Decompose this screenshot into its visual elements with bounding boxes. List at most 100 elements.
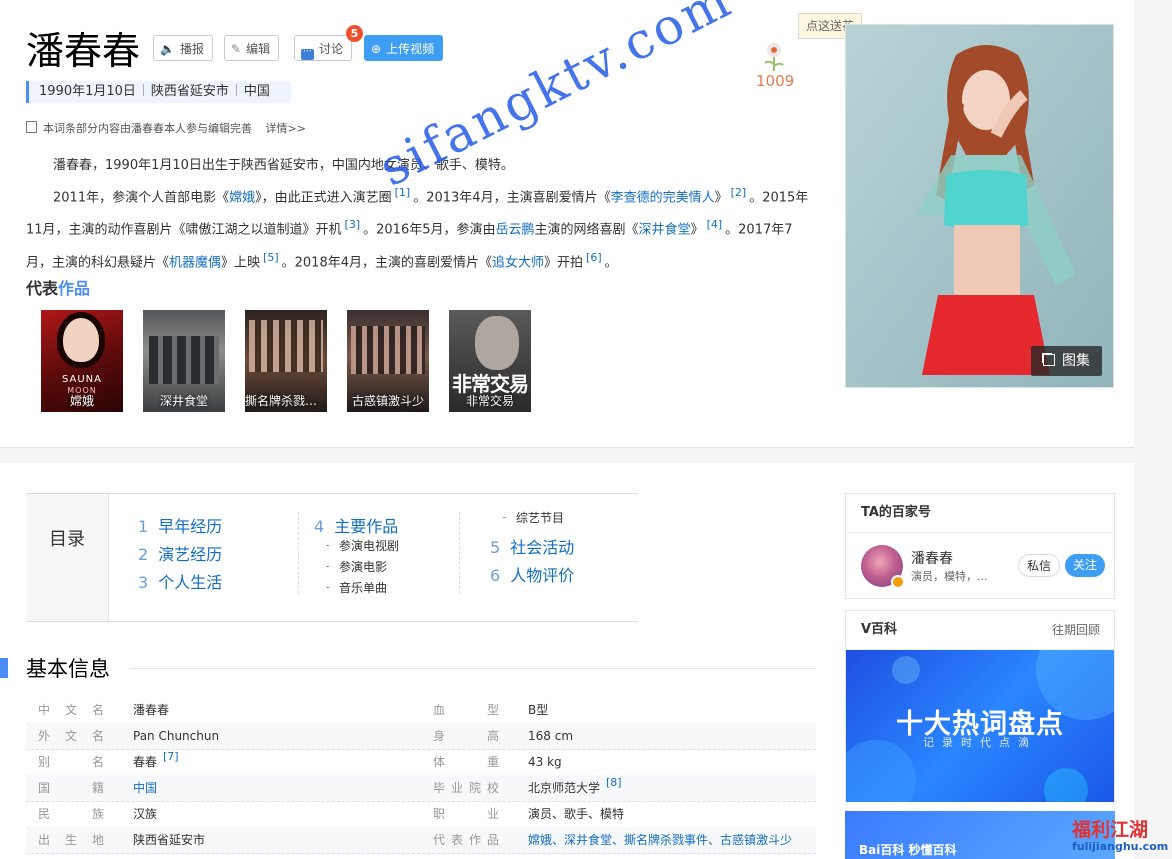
summary-text: 》	[714, 190, 728, 206]
info-key: 别 名	[38, 755, 104, 769]
summary-text: 。2016年5月，参演由	[363, 222, 496, 238]
editor-note: 本词条部分内容由潘春春本人参与编辑完善 详情>>	[26, 120, 306, 136]
citation[interactable]: [7]	[163, 744, 179, 770]
poster-cast	[149, 336, 219, 384]
work-poster-name-tag[interactable]: 撕名牌杀戮事件	[245, 310, 327, 412]
toc-divider	[459, 512, 461, 594]
toc-item-main-works[interactable]: 4 主要作品	[314, 513, 398, 537]
info-key: 身 高	[433, 729, 499, 743]
work-caption: 古惑镇激斗少	[351, 394, 424, 408]
edit-button[interactable]: ✎ 编辑	[224, 35, 280, 61]
gallery-button[interactable]: 图集	[1031, 346, 1102, 376]
toc-item-career[interactable]: 2 演艺经历	[138, 541, 222, 565]
info-value: B型	[528, 703, 549, 717]
discuss-button[interactable]: ··· 讨论	[294, 35, 353, 61]
toc-sub-films[interactable]: 参演电影	[326, 558, 387, 575]
work-poster-change[interactable]: SAUNA MOON 嫦娥	[41, 310, 123, 412]
summary-text: 。2018年4月，主演的喜剧爱情片《	[281, 254, 492, 270]
message-button[interactable]: 私信	[1018, 554, 1061, 577]
poster-text-sauna: SAUNA	[61, 374, 102, 385]
past-issues-link[interactable]: 往期回顾	[1052, 611, 1100, 649]
info-value: 陕西省延安市	[133, 833, 206, 847]
summary-link[interactable]: 岳云鹏	[496, 223, 535, 238]
summary-paragraph-2: 2011年，参演个人首部电影《嫦娥》，由此正式进入演艺圈 [1] 。2013年4月，…	[26, 179, 816, 276]
info-row: 外文名 Pan Chunchun 身 高 168 cm	[26, 723, 816, 750]
summary-link[interactable]: 嫦娥	[229, 190, 255, 205]
banner-subtitle: 记录时代点滴	[923, 736, 1037, 749]
info-row: 中文名 潘春春 血 型 B型	[26, 697, 816, 724]
toc-item-social-activities[interactable]: 5 社会活动	[490, 534, 574, 558]
works-heading-b: 作品	[58, 279, 91, 298]
gallery-icon	[1043, 354, 1055, 366]
toc-label: 目录	[26, 494, 109, 621]
citation[interactable]: [3]	[345, 218, 361, 231]
work-caption: 非常交易	[465, 394, 514, 408]
corner-logo-text: 福利江湖	[1072, 819, 1149, 841]
work-poster-deep-well[interactable]: 深井食堂	[143, 310, 225, 412]
work-caption: 嫦娥	[69, 394, 94, 408]
summary-text: 》，由此正式进入演艺圈	[255, 190, 392, 206]
info-key: 中文名	[38, 703, 104, 717]
details-link[interactable]: 详情>>	[266, 122, 306, 135]
speaker-icon: 🔈	[160, 42, 175, 56]
info-value[interactable]: 嫦娥、深井食堂、撕名牌杀戮事件、古惑镇激斗少	[528, 827, 792, 853]
info-value[interactable]: 中国	[133, 775, 157, 801]
toc-sub-tv[interactable]: 参演电视剧	[326, 537, 399, 554]
toc-item-personal-life[interactable]: 3 个人生活	[138, 569, 222, 593]
info-value: 43 kg	[528, 755, 562, 769]
info-key: 出生地	[38, 833, 104, 847]
citation[interactable]: [4]	[707, 218, 723, 231]
summary-link[interactable]: 机器魔偶	[169, 255, 221, 270]
summary-text: 主演的网络喜剧《	[534, 222, 639, 238]
info-row: 出生地 陕西省延安市 代表作品 嫦娥、深井食堂、撕名牌杀戮事件、古惑镇激斗少	[26, 827, 816, 854]
summary-link[interactable]: 追女大师	[492, 255, 544, 270]
citation[interactable]: [5]	[263, 251, 279, 264]
baijiahao-heading: TA的百家号	[846, 494, 1114, 533]
basic-info-heading: 基本信息	[26, 657, 110, 681]
summary-link[interactable]: 李查德的完美情人	[611, 190, 715, 205]
info-value: 春春	[133, 755, 158, 769]
table-of-contents: 目录 1 早年经历 2 演艺经历 3 个人生活 4 主要作品 参演电视剧 参演电影 音乐…	[26, 493, 638, 622]
play-button-label: 播报	[179, 42, 204, 56]
baijiahao-card: TA的百家号 潘春春 演员，模特，... 私信 关注	[845, 493, 1115, 599]
toc-item-early-life[interactable]: 1 早年经历	[138, 513, 222, 537]
summary-text: 。2013年4月，主演喜剧爱情片《	[413, 190, 611, 206]
edit-button-label: 编辑	[246, 42, 271, 56]
document-icon	[26, 121, 37, 133]
avatar[interactable]	[861, 545, 905, 589]
upload-video-button-label: 上传视频	[386, 42, 435, 56]
section-accent-bar	[0, 658, 8, 678]
upload-video-button[interactable]: ⊕ 上传视频	[364, 35, 444, 61]
birth-place: 陕西省延安市	[150, 84, 229, 99]
follow-button[interactable]: 关注	[1065, 554, 1106, 577]
toc-item-reviews[interactable]: 6 人物评价	[490, 562, 574, 586]
info-key: 血 型	[433, 703, 499, 717]
baijiahao-name[interactable]: 潘春春	[911, 548, 953, 568]
gallery-button-label: 图集	[1062, 353, 1090, 369]
vbaike-banner[interactable]: 十大热词盘点 记录时代点滴	[846, 650, 1114, 802]
work-poster-special-deal[interactable]: 非常交易 非常交易	[449, 310, 531, 412]
nationality: 中国	[243, 84, 270, 99]
info-value: 演员、歌手、模特	[528, 807, 625, 821]
vbaike-heading: V百科 往期回顾	[846, 611, 1114, 650]
birth-date: 1990年1月10日	[39, 84, 136, 99]
work-poster-guhuo-town[interactable]: 古惑镇激斗少	[347, 310, 429, 412]
play-button[interactable]: 🔈 播报	[153, 35, 213, 61]
info-row: 国 籍中国 毕业院校 北京师范大学 [8]	[26, 775, 816, 802]
citation[interactable]: [6]	[586, 251, 602, 264]
work-caption: 深井食堂	[159, 394, 208, 408]
citation[interactable]: [8]	[606, 770, 622, 796]
verified-icon	[891, 575, 905, 589]
baike-logo-text: Bai百科 秒懂百科	[859, 843, 957, 857]
toc-sub-variety[interactable]: 综艺节目	[503, 509, 564, 526]
citation[interactable]: [2]	[731, 186, 747, 199]
summary-picture[interactable]: 图集	[845, 24, 1114, 388]
summary-link[interactable]: 深井食堂	[639, 223, 691, 238]
info-value: 潘春春	[133, 703, 170, 717]
info-key: 职 业	[433, 807, 499, 821]
section-divider	[130, 668, 816, 669]
corner-logo-url: fulijianghu.com	[1072, 840, 1169, 853]
poster-portrait	[63, 318, 99, 362]
flower-icon[interactable]	[756, 38, 792, 74]
toc-sub-music[interactable]: 音乐单曲	[326, 579, 387, 596]
